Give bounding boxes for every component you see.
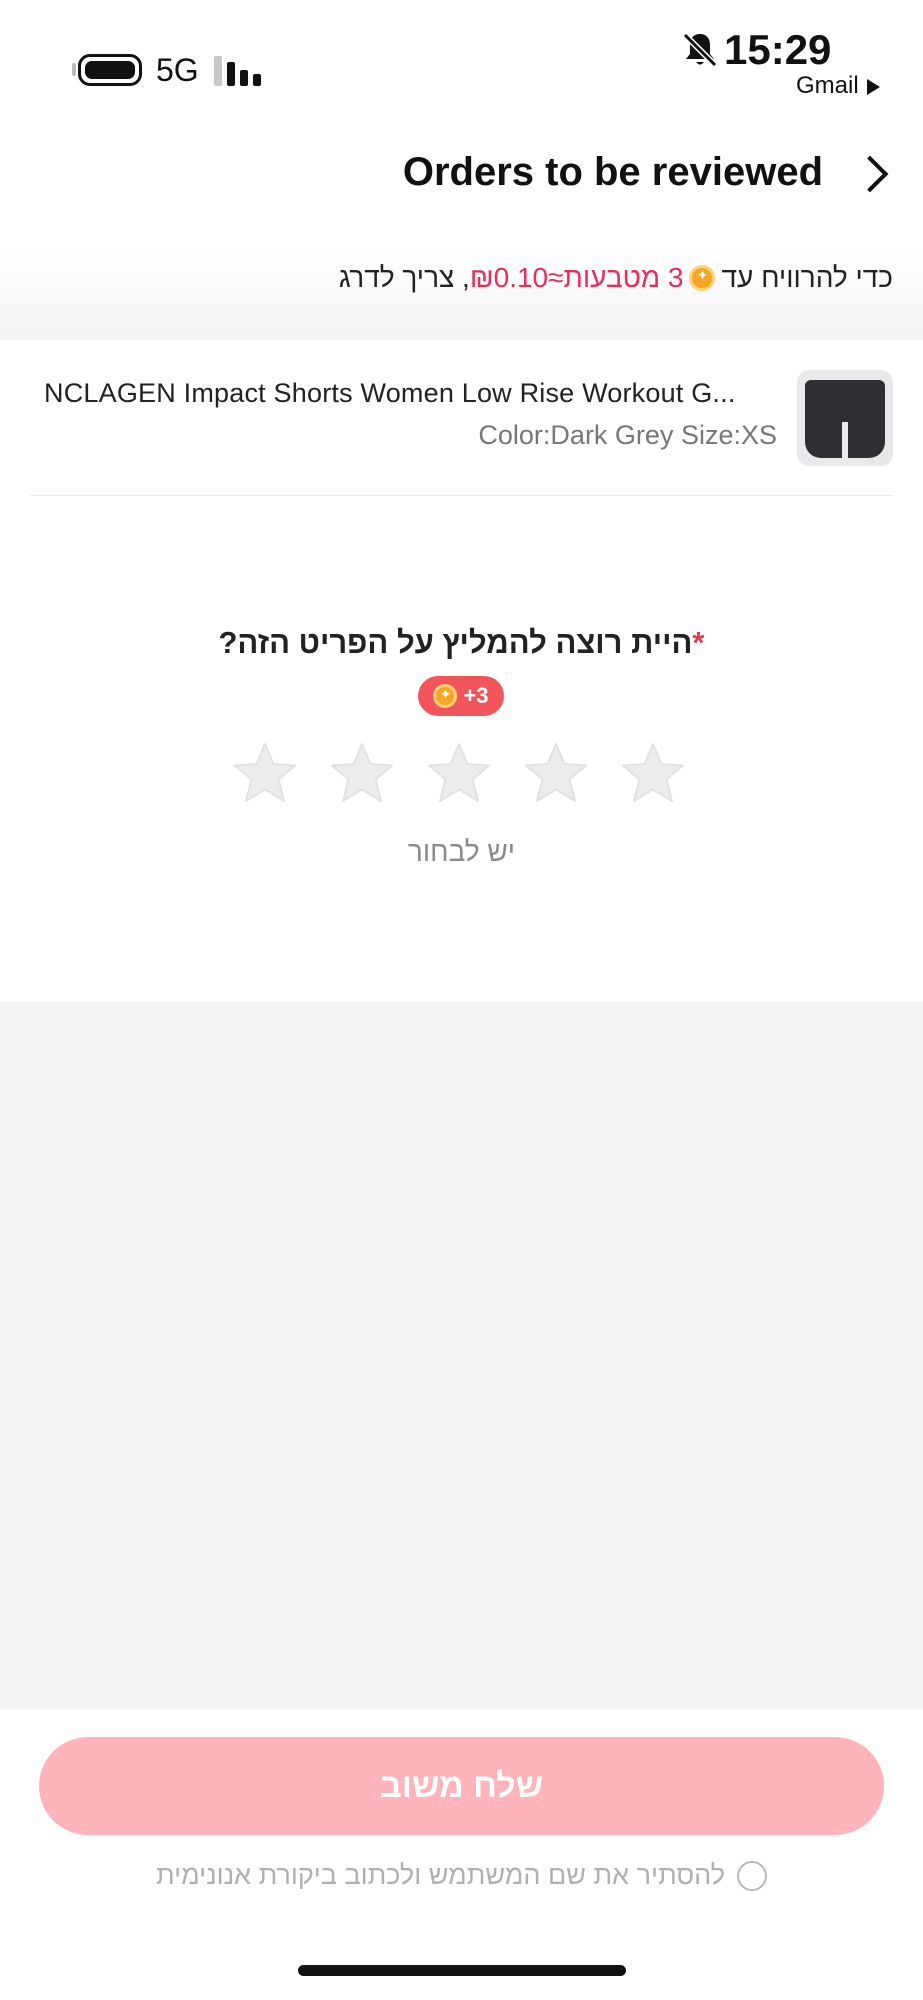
- orders-to-review-link[interactable]: Orders to be reviewed: [402, 150, 889, 195]
- coin-icon: [689, 265, 716, 291]
- anonymous-label: להסתיר את שם המשתמש ולכתוב ביקורת אנונימ…: [155, 1860, 726, 1890]
- content-background: [0, 1002, 923, 1709]
- back-to-app-link[interactable]: Gmail: [796, 72, 880, 100]
- network-type: 5G: [156, 52, 199, 88]
- star-3-icon[interactable]: [424, 740, 494, 810]
- page-title: Orders to be reviewed: [402, 150, 823, 194]
- question-text: היית רוצה להמליץ על הפריט הזה?: [218, 625, 693, 660]
- battery-nub: [72, 63, 76, 76]
- home-indicator[interactable]: [298, 1965, 626, 1976]
- signal-icon: [214, 52, 264, 86]
- required-mark: *: [692, 625, 705, 660]
- promo-coins: 3 מטבעות≈₪0.10: [469, 262, 684, 293]
- bell-muted-icon: [682, 32, 718, 68]
- divider: [30, 495, 893, 496]
- reward-badge: +3: [418, 676, 504, 716]
- star-rating: [230, 740, 688, 810]
- anonymous-radio[interactable]: [737, 1860, 768, 1891]
- anonymous-review-option[interactable]: להסתיר את שם המשתמש ולכתוב ביקורת אנונימ…: [0, 1860, 923, 1891]
- back-app-label: Gmail: [796, 72, 859, 99]
- product-row: NCLAGEN Impact Shorts Women Low Rise Wor…: [0, 340, 923, 495]
- promo-suffix: , צריך לדרג: [338, 262, 470, 293]
- status-bar: 5G 15:29 Gmail: [0, 0, 923, 110]
- promo-prefix: כדי להרוויח עד: [721, 262, 893, 293]
- star-4-icon[interactable]: [327, 740, 397, 810]
- play-arrow-icon: [866, 78, 880, 95]
- product-variant: Color:Dark Grey Size:XS: [478, 420, 777, 450]
- coin-icon: [433, 684, 458, 708]
- reward-value: +3: [463, 683, 489, 708]
- star-5-icon[interactable]: [230, 740, 300, 810]
- recommend-question: *היית רוצה להמליץ על הפריט הזה?: [0, 625, 923, 661]
- star-1-icon[interactable]: [618, 740, 688, 810]
- rating-hint: יש לבחור: [407, 836, 516, 867]
- battery-icon: [78, 54, 142, 86]
- chevron-right-icon: [851, 155, 889, 192]
- submit-feedback-button[interactable]: שלח משוב: [39, 1737, 884, 1835]
- product-image: [797, 370, 893, 466]
- star-2-icon[interactable]: [521, 740, 591, 810]
- clock: 15:29: [724, 26, 832, 73]
- product-name: NCLAGEN Impact Shorts Women Low Rise Wor…: [44, 378, 736, 408]
- promo-text: כדי להרוויח עד 3 מטבעות≈₪0.10 , צריך לדר…: [339, 262, 893, 294]
